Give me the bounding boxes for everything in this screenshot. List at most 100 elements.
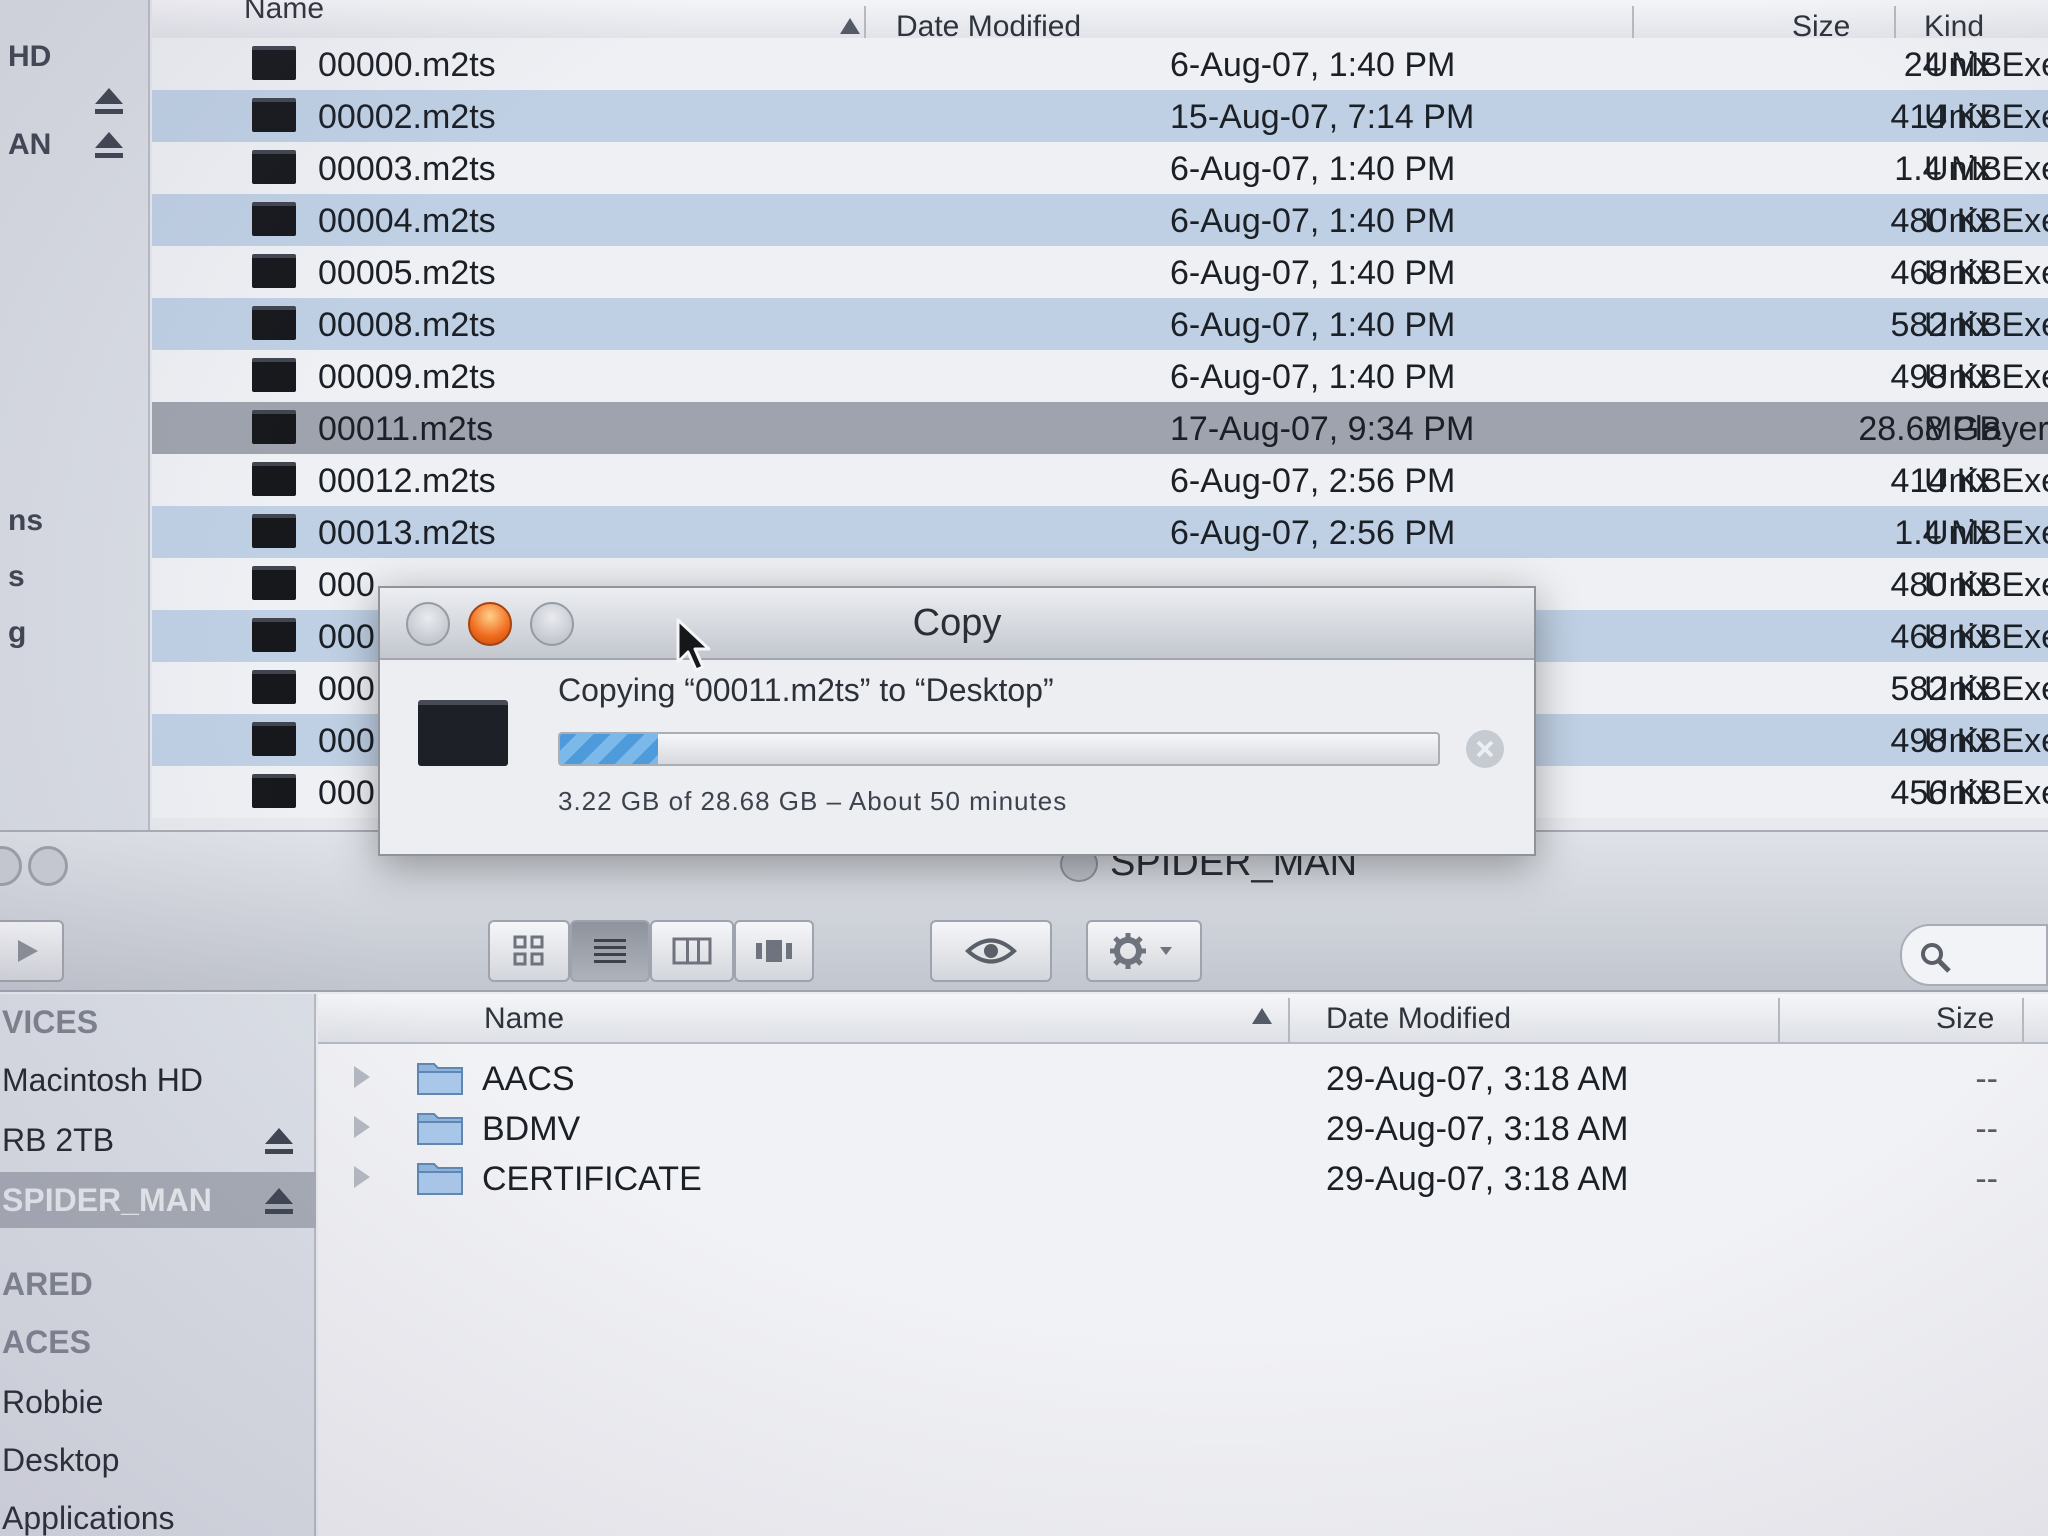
column-header-size[interactable]: Size (1936, 1002, 1994, 1036)
copy-dialog: Copy Copying “00011.m2ts” to “Desktop” 3… (378, 586, 1536, 856)
table-row[interactable]: 00003.m2ts 6-Aug-07, 1:40 PM 1.4 MB Unix Ex… (152, 142, 2048, 194)
top-sidebar-label: ns (8, 504, 44, 537)
folder-name: CERTIFICATE (482, 1160, 702, 1198)
sidebar-item[interactable]: Robbie (0, 1374, 316, 1430)
file-name: 00003.m2ts (318, 150, 496, 188)
file-kind: Unix Exe (1924, 358, 2048, 396)
eject-icon[interactable] (262, 1124, 296, 1158)
sort-ascending-icon (1252, 1008, 1272, 1024)
file-icon (252, 46, 296, 80)
table-row[interactable]: 00013.m2ts 6-Aug-07, 2:56 PM 1.4 MB Unix Ex… (152, 506, 2048, 558)
stop-copy-button[interactable] (1466, 730, 1504, 768)
table-row[interactable]: 00011.m2ts 17-Aug-07, 9:34 PM 28.68 GB MPla… (152, 402, 2048, 454)
date-modified: 6-Aug-07, 1:40 PM (1170, 358, 1456, 396)
disclosure-triangle-icon[interactable] (354, 1116, 370, 1138)
table-row[interactable]: 00012.m2ts 6-Aug-07, 2:56 PM 414 KB Unix Ex… (152, 454, 2048, 506)
view-coverflow-button[interactable] (734, 920, 814, 982)
search-icon (1921, 943, 1951, 973)
eject-icon[interactable] (92, 84, 126, 118)
top-sidebar-item[interactable]: g (0, 612, 150, 656)
copy-progress-bar (558, 732, 1440, 766)
folder-icon (417, 1063, 463, 1095)
column-header-date[interactable]: Date Modified (1326, 1002, 1511, 1036)
column-header-name[interactable]: Name (484, 1002, 564, 1036)
top-sidebar-label: AN (8, 128, 52, 161)
folder-icon (417, 1163, 463, 1195)
file-name: 00011.m2ts (318, 410, 494, 448)
copy-dialog-title: Copy (912, 602, 1002, 644)
table-row[interactable]: 00004.m2ts 6-Aug-07, 1:40 PM 480 KB Unix Ex… (152, 194, 2048, 246)
top-sidebar-item[interactable]: ns (0, 500, 150, 544)
file-icon (418, 700, 508, 766)
column-divider (2022, 998, 2024, 1042)
sidebar-section-header: VICES (0, 994, 316, 1050)
view-list-button[interactable] (570, 920, 650, 982)
table-row[interactable]: 00000.m2ts 6-Aug-07, 1:40 PM 24 MB Unix Exe (152, 38, 2048, 90)
top-sidebar-label: g (8, 616, 27, 649)
sidebar-item[interactable]: Desktop (0, 1432, 316, 1488)
icon-view-icon (513, 935, 544, 966)
file-icon (252, 462, 296, 496)
sidebar-section-header: ARED (0, 1256, 316, 1312)
sidebar-item[interactable]: Macintosh HD (0, 1052, 316, 1108)
file-icon (252, 670, 296, 704)
sort-ascending-icon (840, 18, 860, 34)
top-sidebar-item[interactable] (0, 80, 150, 124)
sidebar-label: Desktop (2, 1442, 120, 1478)
search-field[interactable] (1900, 924, 2048, 986)
sidebar-item[interactable]: Applications (0, 1490, 316, 1536)
table-row[interactable]: 00005.m2ts 6-Aug-07, 1:40 PM 468 KB Unix Ex… (152, 246, 2048, 298)
file-kind: Unix Exe (1924, 566, 2048, 604)
coverflow-view-icon (756, 940, 792, 962)
eject-icon[interactable] (262, 1184, 296, 1218)
file-icon (252, 358, 296, 392)
copy-dialog-titlebar[interactable]: Copy (380, 588, 1534, 660)
file-kind: Unix Exe (1924, 670, 2048, 708)
date-modified: 29-Aug-07, 3:18 AM (1326, 1060, 1629, 1098)
view-column-button[interactable] (650, 920, 734, 982)
top-sidebar-item[interactable]: AN (0, 124, 150, 168)
date-modified: 29-Aug-07, 3:18 AM (1326, 1110, 1629, 1148)
sidebar-section-header: ACES (0, 1314, 316, 1370)
quick-look-button[interactable] (930, 920, 1052, 982)
window-button[interactable] (28, 846, 68, 886)
file-icon (252, 98, 296, 132)
date-modified: 6-Aug-07, 2:56 PM (1170, 514, 1456, 552)
file-name: 000 (318, 566, 375, 604)
list-item[interactable]: CERTIFICATE 29-Aug-07, 3:18 AM -- (318, 1152, 2048, 1202)
window-button-left[interactable] (0, 846, 22, 886)
file-kind: Unix Exe (1924, 306, 2048, 344)
list-view-icon (594, 939, 626, 963)
column-header-name[interactable]: Name (244, 0, 324, 26)
disclosure-triangle-icon[interactable] (354, 1066, 370, 1088)
view-icon-button[interactable] (488, 920, 570, 982)
bottom-sidebar: VICES Macintosh HD RB 2TB SPIDER_MAN ARED ACE… (0, 994, 316, 1536)
column-view-icon (672, 937, 712, 965)
bottom-file-list: Name Date Modified Size AACS 29-Aug-07, 3… (318, 994, 2048, 1536)
folder-size: -- (1975, 1060, 1998, 1098)
table-row[interactable]: 00008.m2ts 6-Aug-07, 1:40 PM 582 KB Unix Ex… (152, 298, 2048, 350)
sidebar-item[interactable]: RB 2TB (0, 1112, 316, 1168)
sidebar-label: Robbie (2, 1384, 104, 1420)
file-icon (252, 410, 296, 444)
copy-status: 3.22 GB of 28.68 GB – About 50 minutes (558, 786, 1068, 816)
sidebar-label: SPIDER_MAN (2, 1182, 212, 1218)
table-row[interactable]: 00009.m2ts 6-Aug-07, 1:40 PM 498 KB Unix Ex… (152, 350, 2048, 402)
top-sidebar-item[interactable]: s (0, 556, 150, 600)
file-kind: Unix Exe (1924, 514, 2048, 552)
sidebar-item[interactable]: SPIDER_MAN (0, 1172, 316, 1228)
action-menu-button[interactable] (1086, 920, 1202, 982)
file-name: 00009.m2ts (318, 358, 496, 396)
forward-button[interactable] (0, 920, 64, 982)
top-sidebar-item[interactable]: HD (0, 36, 150, 80)
date-modified: 6-Aug-07, 1:40 PM (1170, 202, 1456, 240)
eject-icon[interactable] (92, 128, 126, 162)
table-row[interactable]: 00002.m2ts 15-Aug-07, 7:14 PM 414 KB Unix E… (152, 90, 2048, 142)
list-item[interactable]: BDMV 29-Aug-07, 3:18 AM -- (318, 1102, 2048, 1152)
file-icon (252, 722, 296, 756)
disclosure-triangle-icon[interactable] (354, 1166, 370, 1188)
sidebar-label: VICES (2, 1004, 99, 1040)
column-divider (1288, 998, 1290, 1042)
list-item[interactable]: AACS 29-Aug-07, 3:18 AM -- (318, 1052, 2048, 1102)
date-modified: 17-Aug-07, 9:34 PM (1170, 410, 1475, 448)
